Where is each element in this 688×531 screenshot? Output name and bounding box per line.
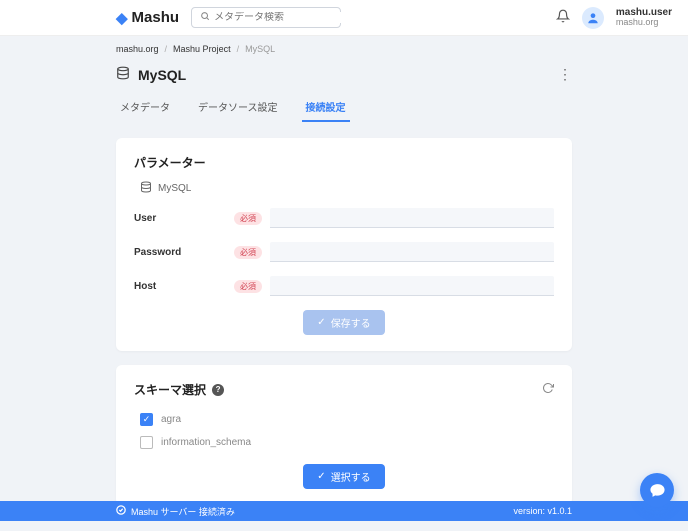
schema-label: agra [161,414,181,425]
breadcrumb-item[interactable]: Mashu Project [173,44,231,54]
schema-title-text: スキーマ選択 [134,381,206,398]
save-button[interactable]: ✓ 保存する [303,310,384,335]
breadcrumb-current: MySQL [245,44,275,54]
refresh-icon[interactable] [542,382,554,397]
breadcrumb-sep: / [165,44,168,54]
brand-logo[interactable]: ◆ Mashu [116,9,179,27]
db-subheader: MySQL [140,181,554,196]
user-meta[interactable]: mashu.user mashu.org [616,7,672,28]
user-row: User 必須 [134,208,554,228]
breadcrumb: mashu.org / Mashu Project / MySQL [0,36,688,62]
kebab-menu-icon[interactable]: ⋮ [558,66,572,83]
header-right: mashu.user mashu.org [556,7,672,29]
required-badge: 必須 [234,246,262,259]
app-header: ◆ Mashu mashu.user mashu.org [0,0,688,36]
bell-icon[interactable] [556,9,570,26]
user-label: User [134,213,234,224]
help-icon[interactable]: ? [212,384,224,396]
check-icon: ✓ [317,471,325,482]
parameters-card: パラメーター MySQL User 必須 Password 必須 Host 必須… [116,138,572,351]
schema-item[interactable]: information_schema [134,431,554,454]
footer-version: version: v1.0.1 [513,506,572,516]
required-badge: 必須 [234,212,262,225]
database-icon [116,66,130,83]
schema-title: スキーマ選択 ? [134,381,554,398]
save-label: 保存する [331,315,371,330]
content: パラメーター MySQL User 必須 Password 必須 Host 必須… [0,122,688,531]
user-input[interactable] [270,208,554,228]
schema-card: スキーマ選択 ? ✓ agra information_schema ✓ 選択す… [116,365,572,505]
required-badge: 必須 [234,280,262,293]
password-label: Password [134,247,234,258]
schema-label: information_schema [161,437,251,448]
breadcrumb-sep: / [237,44,240,54]
chat-fab[interactable] [640,473,674,507]
select-button[interactable]: ✓ 選択する [303,464,384,489]
host-input[interactable] [270,276,554,296]
parameters-title: パラメーター [134,154,554,171]
footer-bar: Mashu サーバー 接続済み version: v1.0.1 [0,501,688,521]
tab-datasource[interactable]: データソース設定 [194,93,282,122]
database-icon [140,181,152,196]
drop-icon: ◆ [116,9,128,27]
search-box[interactable] [191,7,341,28]
search-icon [200,11,210,24]
user-org: mashu.org [616,18,672,28]
tab-metadata[interactable]: メタデータ [116,93,174,122]
host-label: Host [134,281,234,292]
select-label: 選択する [331,469,371,484]
schema-item[interactable]: ✓ agra [134,408,554,431]
breadcrumb-item[interactable]: mashu.org [116,44,159,54]
tabs: メタデータ データソース設定 接続設定 [0,93,688,122]
footer-status: Mashu サーバー 接続済み [131,505,235,518]
chat-icon [649,482,666,499]
status-ok-icon [116,505,126,517]
password-row: Password 必須 [134,242,554,262]
brand-name: Mashu [132,9,180,26]
checkbox-unchecked-icon[interactable] [140,436,153,449]
page-title: MySQL [138,67,186,83]
db-type-label: MySQL [158,183,191,194]
checkbox-checked-icon[interactable]: ✓ [140,413,153,426]
host-row: Host 必須 [134,276,554,296]
title-row: MySQL ⋮ [0,62,688,83]
tab-connection[interactable]: 接続設定 [302,93,350,122]
password-input[interactable] [270,242,554,262]
search-input[interactable] [214,12,346,23]
check-icon: ✓ [317,317,325,328]
avatar[interactable] [582,7,604,29]
